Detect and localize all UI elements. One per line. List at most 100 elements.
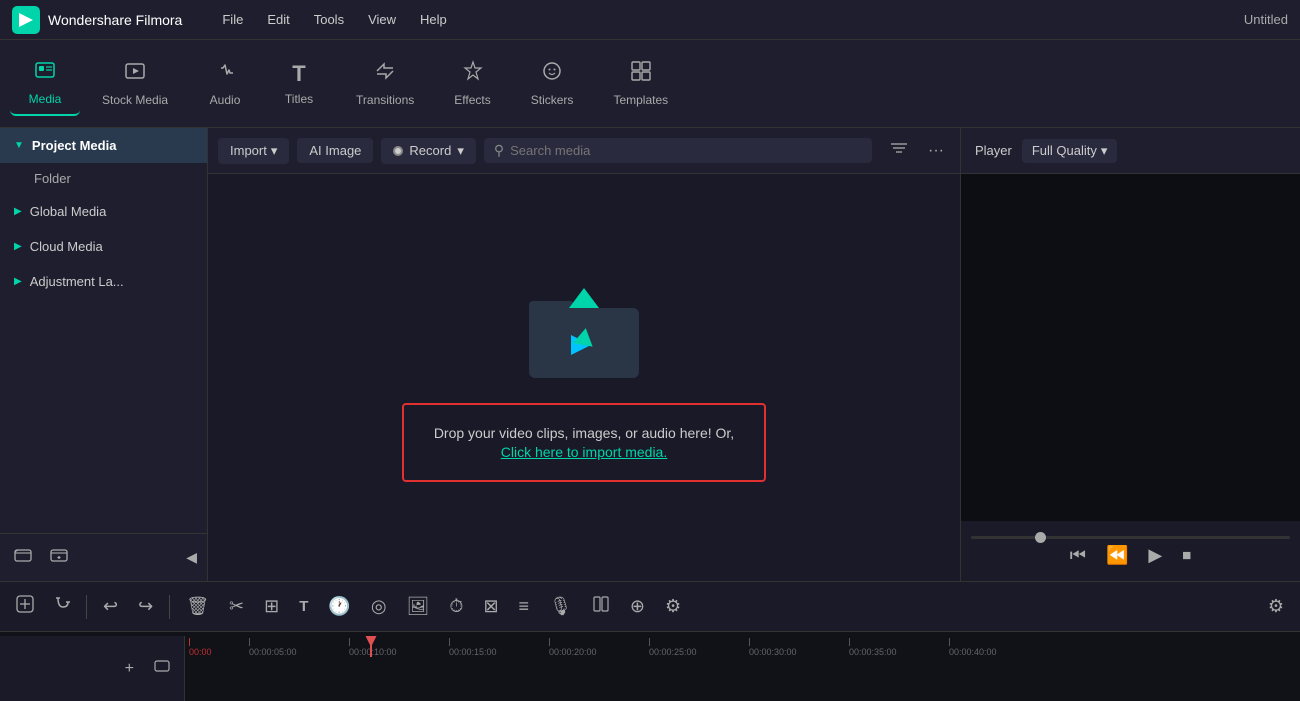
record-button[interactable]: Record ▾ [381,138,475,164]
voiceover-button[interactable]: 🎙 [543,593,578,620]
timeline-cursor [370,636,372,657]
ruler-mark-1: 00:00:05:00 [249,647,297,657]
sidebar-item-adjustment[interactable]: ▶ Adjustment La... [0,264,207,299]
tab-media[interactable]: Media [10,51,80,116]
drop-text: Drop your video clips, images, or audio … [434,423,734,444]
sidebar-collapse-button[interactable]: ◀ [186,549,197,566]
track-folder-button[interactable] [148,655,176,682]
record-dot-icon [393,146,403,156]
ruler-mark-6: 00:00:30:00 [749,647,797,657]
player-progress-bar[interactable] [971,536,1290,539]
add-track-button[interactable] [10,592,40,621]
player-controls: ⏮ ⏪ ▶ ⏹ [961,521,1300,581]
import-label: Import [230,143,267,158]
arrow-icon-global: ▶ [14,206,22,217]
undo-button[interactable]: ↩ [97,593,124,620]
tab-templates[interactable]: Templates [595,52,686,115]
grid-button[interactable]: ⊠ [477,593,504,620]
sidebar-item-global[interactable]: ▶ Global Media [0,194,207,229]
menu-tools[interactable]: Tools [304,8,354,31]
tab-audio-label: Audio [210,93,241,107]
more-options-button[interactable]: ··· [922,139,950,163]
cut-button[interactable]: ✂ [223,593,250,620]
player-progress-thumb[interactable] [1035,532,1046,543]
tab-audio[interactable]: Audio [190,52,260,115]
tab-stock-label: Stock Media [102,93,168,107]
merge-button[interactable]: ⊕ [624,593,651,620]
adjustment-label: Adjustment La... [30,274,124,289]
menu-file[interactable]: File [212,8,253,31]
settings-button[interactable]: ⚙ [1262,593,1290,620]
redo-button[interactable]: ↪ [132,593,159,620]
global-media-label: Global Media [30,204,107,219]
tab-templates-label: Templates [613,93,668,107]
ai-image-button[interactable]: AI Image [297,138,373,163]
new-folder-button[interactable] [46,542,72,573]
sidebar-folder[interactable]: Folder [0,163,207,194]
ruler-mark-8: 00:00:40:00 [949,647,997,657]
menu-edit[interactable]: Edit [257,8,299,31]
search-box: ⚲ [484,138,872,163]
sidebar-item-cloud[interactable]: ▶ Cloud Media [0,229,207,264]
sidebar-item-project-media[interactable]: ▼ Project Media [0,128,207,163]
player-play-button[interactable]: ▶ [1148,545,1162,566]
player-stop-button[interactable]: ⏹ [1182,545,1191,566]
ruler-mark-2: 00:00:10:00 [349,647,397,657]
filter-button[interactable] [884,137,914,164]
import-media-link[interactable]: Click here to import media. [501,444,668,460]
timeline-toolbar: ↩ ↪ 🗑 ✂ ⊞ T 🕐 ◎ 🖼 ⏱ ⊠ ≡ 🎙 ⊕ ⚙ ⚙ [0,582,1300,632]
effects-btn[interactable] [586,592,616,621]
more-tl-button[interactable]: ⚙ [659,593,687,620]
import-chevron-icon: ▾ [271,143,278,159]
import-button[interactable]: Import ▾ [218,138,289,164]
project-media-label: Project Media [32,138,117,153]
player-quality-selector[interactable]: Full Quality ▾ [1022,139,1118,163]
cloud-media-label: Cloud Media [30,239,103,254]
sidebar: ▼ Project Media Folder ▶ Global Media ▶ … [0,128,208,581]
tab-stickers-label: Stickers [531,93,574,107]
crop-button[interactable]: ⊞ [258,593,285,620]
tab-effects-label: Effects [454,93,490,107]
menu-items: File Edit Tools View Help [212,8,1224,31]
tab-effects[interactable]: Effects [436,52,508,115]
tab-stickers[interactable]: Stickers [513,52,592,115]
arrow-icon-cloud: ▶ [14,241,22,252]
titles-icon: T [292,61,305,87]
add-track-plus-button[interactable]: + [119,657,140,681]
add-folder-button[interactable] [10,542,36,573]
stickers-icon [541,60,563,88]
timeline: ↩ ↪ 🗑 ✂ ⊞ T 🕐 ◎ 🖼 ⏱ ⊠ ≡ 🎙 ⊕ ⚙ ⚙ + [0,581,1300,701]
media-toolbar: Import ▾ AI Image Record ▾ ⚲ ··· [208,128,960,174]
tab-stock[interactable]: Stock Media [84,52,186,115]
text-button[interactable]: T [293,595,314,618]
folder-graphic [519,273,649,383]
templates-icon [630,60,652,88]
toolbar: Media Stock Media Audio T Titles Transit… [0,40,1300,128]
quality-label: Full Quality [1032,143,1097,158]
clock-button[interactable]: 🕐 [322,593,356,620]
search-input[interactable] [510,143,862,158]
delete-button[interactable]: 🗑 [180,593,215,620]
media-area: Import ▾ AI Image Record ▾ ⚲ ··· [208,128,960,581]
eq-button[interactable]: ≡ [513,593,536,620]
ruler-mark-3: 00:00:15:00 [449,647,497,657]
magnet-button[interactable] [46,592,76,621]
player-skip-back-button[interactable]: ⏮ [1070,545,1086,566]
menu-view[interactable]: View [358,8,406,31]
timer-button[interactable]: ⏱ [443,593,469,620]
menu-help[interactable]: Help [410,8,457,31]
app-logo-icon [12,6,40,34]
image-button[interactable]: 🖼 [401,593,436,620]
tab-transitions[interactable]: Transitions [338,52,432,115]
player-frame-back-button[interactable]: ⏪ [1106,545,1128,566]
media-icon [34,59,56,87]
record-chevron-icon: ▾ [457,143,464,159]
app-logo: Wondershare Filmora [12,6,182,34]
folder-label: Folder [34,171,71,186]
search-icon: ⚲ [494,142,504,159]
ruler-mark-4: 00:00:20:00 [549,647,597,657]
tab-titles-label: Titles [285,92,313,106]
stabilize-button[interactable]: ◎ [365,593,393,620]
player-area: Player Full Quality ▾ ⏮ ⏪ ▶ ⏹ [960,128,1300,581]
tab-titles[interactable]: T Titles [264,53,334,114]
